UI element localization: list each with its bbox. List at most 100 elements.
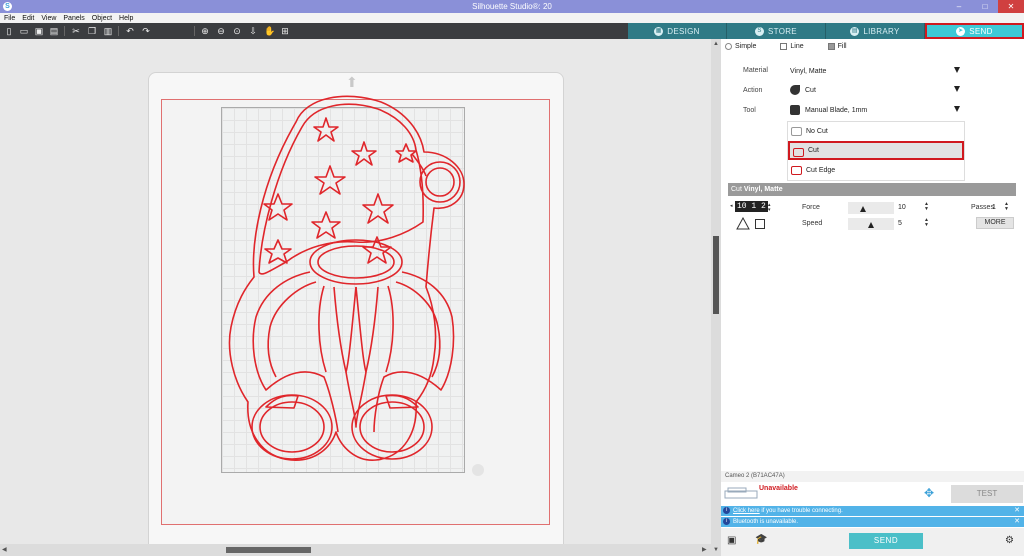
menu-file[interactable]: File	[4, 15, 15, 22]
mode-fill[interactable]: Fill	[827, 43, 847, 50]
blade-next-icon[interactable]: ▴ ▾	[768, 203, 771, 213]
redo-icon[interactable]: ↷	[141, 26, 151, 36]
blade-prev-icon[interactable]: ◂	[730, 204, 733, 209]
blade-depth-display[interactable]: 10 1 2	[735, 201, 768, 212]
send-icon: ➤	[956, 26, 966, 36]
force-stepper-icon[interactable]: ▲ ▼	[924, 202, 929, 212]
horizontal-scrollbar[interactable]: ◀ ▶	[0, 544, 711, 556]
cut-edge-icon	[791, 166, 802, 175]
zoom-out-icon[interactable]: ⊖	[216, 26, 226, 36]
tab-library[interactable]: ▤ LIBRARY	[826, 23, 925, 39]
info-icon: i	[723, 518, 730, 525]
zoom-in-icon[interactable]: ⊕	[200, 26, 210, 36]
close-notice-icon[interactable]: ✕	[1014, 506, 1020, 516]
send-button[interactable]: SEND	[849, 533, 923, 549]
vertical-scroll-thumb[interactable]	[713, 236, 719, 314]
action-label: Action	[743, 87, 763, 94]
close-notice-icon[interactable]: ✕	[1014, 517, 1020, 527]
cut-icon[interactable]: ✂	[71, 26, 81, 36]
device-status: Unavailable	[759, 485, 798, 492]
blade-triangle-icon	[736, 217, 750, 230]
graduation-cap-icon[interactable]: 🎓	[755, 534, 767, 545]
passes-label: Passes	[971, 204, 994, 211]
test-button[interactable]: TEST	[951, 485, 1023, 503]
scroll-right-icon[interactable]: ▶	[702, 546, 707, 553]
print-icon[interactable]: ▤	[49, 26, 59, 36]
close-button[interactable]: ✕	[998, 0, 1024, 13]
store-icon: S	[755, 26, 765, 36]
paste-icon[interactable]: ▥	[103, 26, 113, 36]
horizontal-scroll-thumb[interactable]	[226, 547, 311, 553]
speed-slider-handle[interactable]	[868, 222, 874, 228]
menu-object[interactable]: Object	[92, 15, 112, 22]
cutter-device-icon	[724, 487, 758, 499]
tab-design[interactable]: ▦ DESIGN	[628, 23, 727, 39]
grid-icon: ▦	[654, 26, 664, 36]
mode-simple[interactable]: Simple	[725, 43, 756, 50]
speed-stepper-icon[interactable]: ▲ ▼	[924, 218, 929, 228]
zoom-select-icon[interactable]: ⊙	[232, 26, 242, 36]
scroll-down-icon[interactable]: ▼	[713, 547, 719, 553]
scroll-up-icon[interactable]: ▲	[713, 41, 719, 47]
help-link[interactable]: Click here	[733, 508, 760, 514]
cut-style-list: No Cut Cut Cut Edge	[787, 121, 965, 181]
option-cut[interactable]: Cut	[788, 141, 964, 160]
move-down-icon[interactable]: ⇩	[248, 26, 258, 36]
fill-mode-icon	[827, 43, 835, 50]
material-select[interactable]: Vinyl, Matte	[787, 63, 965, 79]
device-name: Cameo 2 (B71AC47A)	[721, 471, 1024, 482]
maximize-button[interactable]: □	[972, 0, 998, 13]
menu-edit[interactable]: Edit	[22, 15, 34, 22]
option-cut-edge[interactable]: Cut Edge	[788, 161, 964, 180]
minimize-button[interactable]: –	[946, 0, 972, 13]
material-label: Material	[743, 67, 768, 74]
mode-line[interactable]: Line	[780, 43, 804, 50]
tool-label: Tool	[743, 107, 756, 114]
new-icon[interactable]: ▯	[4, 26, 14, 36]
device-manager-icon[interactable]: ▣	[727, 535, 736, 546]
scroll-left-icon[interactable]: ◀	[2, 546, 7, 553]
menu-help[interactable]: Help	[119, 15, 133, 22]
gnome-design[interactable]	[206, 72, 476, 482]
tab-send[interactable]: ➤ SEND	[925, 23, 1024, 39]
chevron-down-icon	[954, 67, 960, 73]
force-label: Force	[802, 204, 820, 211]
option-no-cut[interactable]: No Cut	[788, 122, 964, 141]
tab-store[interactable]: S STORE	[727, 23, 826, 39]
passes-stepper-icon[interactable]: ▲ ▼	[1004, 202, 1009, 212]
info-icon: i	[723, 507, 730, 514]
cut-settings: ◂ 10 1 2 ▴ ▾ Force 10 ▲ ▼ Speed 5 ▲ ▼ Passe…	[728, 197, 1016, 235]
bluetooth-notice: i Bluetooth is unavailable. ✕	[721, 517, 1024, 527]
radio-icon	[725, 43, 732, 50]
menu-view[interactable]: View	[41, 15, 56, 22]
tool-select[interactable]: Manual Blade, 1mm	[787, 102, 965, 118]
speed-label: Speed	[802, 220, 823, 227]
undo-icon[interactable]: ↶	[125, 26, 135, 36]
sketch-checkbox[interactable]	[755, 219, 765, 229]
open-icon[interactable]: ▭	[19, 26, 29, 36]
more-button[interactable]: MORE	[976, 217, 1014, 229]
fit-page-icon[interactable]: ⊞	[280, 26, 290, 36]
cut-icon	[793, 148, 804, 157]
force-slider-handle[interactable]	[860, 206, 867, 212]
connection-notice: i Click here if you have trouble connect…	[721, 506, 1024, 516]
force-value[interactable]: 10	[898, 204, 906, 211]
vertical-scrollbar[interactable]: ▲ ▼	[711, 39, 721, 556]
speed-slider[interactable]	[848, 218, 894, 230]
tool-value: Manual Blade, 1mm	[805, 106, 868, 114]
gear-icon[interactable]: ⚙	[1005, 535, 1014, 546]
title-bar: S Silhouette Studio®: 20 – □ ✕	[0, 0, 1024, 13]
save-icon[interactable]: ▣	[34, 26, 44, 36]
action-select[interactable]: Cut	[787, 82, 965, 98]
passes-value[interactable]: 1	[992, 204, 996, 211]
chevron-down-icon	[954, 106, 960, 112]
speed-value[interactable]: 5	[898, 220, 902, 227]
pan-hand-icon[interactable]: ✋	[264, 26, 275, 36]
manual-blade-icon	[790, 105, 800, 115]
no-cut-icon	[791, 127, 802, 136]
window-title: Silhouette Studio®: 20	[472, 2, 552, 11]
move-arrows-icon[interactable]: ✥	[924, 486, 934, 500]
copy-icon[interactable]: ❐	[87, 26, 97, 36]
menu-panels[interactable]: Panels	[63, 15, 84, 22]
force-slider[interactable]	[848, 202, 894, 214]
